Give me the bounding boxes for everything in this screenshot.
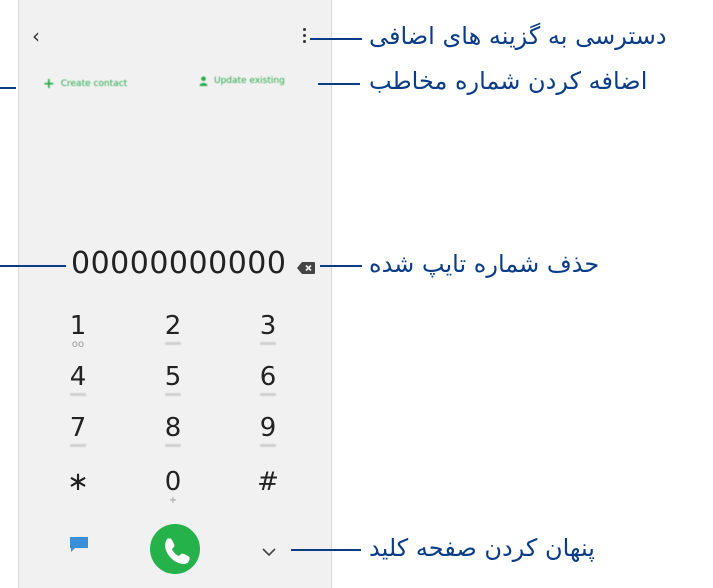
key-digit: 9 xyxy=(259,413,277,443)
callout-line-add xyxy=(318,83,360,85)
key-digit: 0 xyxy=(164,467,182,497)
key-digit: 8 xyxy=(164,413,182,443)
plus-icon: + xyxy=(43,76,55,92)
key-7[interactable]: 7 xyxy=(43,414,113,447)
key-digit: 6 xyxy=(259,362,277,392)
annotation-hide-keypad: پنهان کردن صفحه کلید xyxy=(369,534,595,562)
more-vertical-icon xyxy=(302,28,308,43)
key-5[interactable]: 5 xyxy=(138,363,208,396)
backspace-icon xyxy=(297,262,315,274)
more-options-button[interactable] xyxy=(302,28,308,44)
key-8[interactable]: 8 xyxy=(138,414,208,447)
key-12[interactable]: # xyxy=(233,468,303,496)
annotation-more-options: دسترسی به گزینه های اضافی xyxy=(369,22,667,50)
callout-line-left-number xyxy=(0,265,66,267)
phone-icon xyxy=(165,538,190,564)
key-digit: 4 xyxy=(69,362,87,392)
key-digit: 2 xyxy=(164,311,182,341)
annotation-delete-number: حذف شماره تایپ شده xyxy=(369,250,600,278)
dialer-screen: ‹ + Create contact Update existing 00000… xyxy=(18,0,332,588)
key-6[interactable]: 6 xyxy=(233,363,303,396)
back-button[interactable]: ‹ xyxy=(32,26,40,46)
chevron-down-icon xyxy=(262,548,276,557)
create-contact-button[interactable]: + Create contact xyxy=(43,76,127,92)
key-digit: 7 xyxy=(69,413,87,443)
key-subtext: + xyxy=(168,495,178,506)
callout-line-hide xyxy=(291,549,361,551)
key-2[interactable]: 2 xyxy=(138,312,208,345)
key-11[interactable]: 0 + xyxy=(138,468,208,506)
message-icon xyxy=(70,537,88,552)
annotation-add-contact: اضافه کردن شماره مخاطب xyxy=(369,67,648,95)
callout-line-left-top xyxy=(0,87,16,89)
key-10[interactable]: ∗ xyxy=(43,468,113,496)
person-icon xyxy=(199,76,208,86)
create-contact-label: Create contact xyxy=(60,79,128,89)
key-letters xyxy=(260,393,276,396)
key-1[interactable]: 1 oo xyxy=(43,312,113,350)
chevron-left-icon: ‹ xyxy=(32,24,40,48)
update-existing-button[interactable]: Update existing xyxy=(199,76,285,86)
key-digit: 3 xyxy=(259,311,277,341)
backspace-button[interactable] xyxy=(297,259,315,274)
key-letters xyxy=(260,444,276,447)
key-letters xyxy=(165,444,181,447)
key-9[interactable]: 9 xyxy=(233,414,303,447)
dialed-number[interactable]: 00000000000 xyxy=(71,246,286,281)
call-button[interactable] xyxy=(150,524,200,574)
key-letters xyxy=(70,393,86,396)
key-letters xyxy=(260,342,276,345)
key-letters xyxy=(165,342,181,345)
update-existing-label: Update existing xyxy=(214,76,285,86)
callout-line-delete xyxy=(320,265,362,267)
message-button[interactable] xyxy=(69,536,89,553)
hide-keypad-button[interactable] xyxy=(262,542,276,557)
key-letters xyxy=(70,444,86,447)
key-3[interactable]: 3 xyxy=(233,312,303,345)
key-4[interactable]: 4 xyxy=(43,363,113,396)
key-digit: 5 xyxy=(164,362,182,392)
key-digit: 1 xyxy=(69,311,87,341)
callout-line-more xyxy=(310,38,362,40)
key-subtext: oo xyxy=(71,339,85,350)
key-digit: ∗ xyxy=(67,467,89,497)
key-letters xyxy=(165,393,181,396)
key-digit: # xyxy=(257,467,279,497)
